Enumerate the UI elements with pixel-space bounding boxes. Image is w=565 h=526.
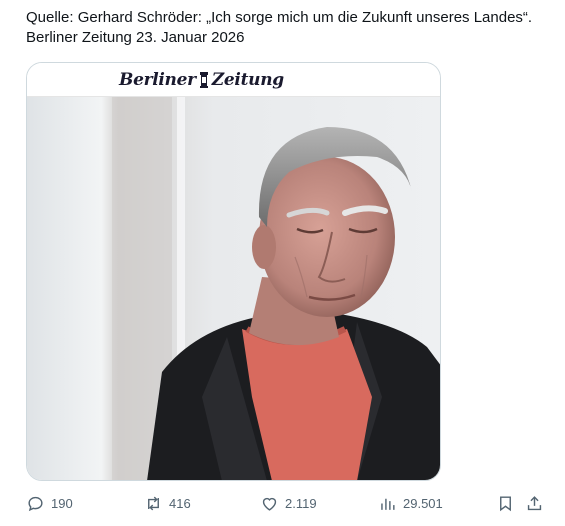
views-count: 29.501 — [403, 496, 443, 511]
media-card[interactable]: Berliner Zeitung — [26, 62, 441, 481]
like-button[interactable]: 2.119 — [260, 494, 317, 513]
repost-icon — [148, 496, 159, 511]
post-text: Quelle: Gerhard Schröder: „Ich sorge mic… — [26, 8, 556, 48]
post: Quelle: Gerhard Schröder: „Ich sorge mic… — [0, 0, 565, 526]
share-icon — [527, 496, 542, 511]
repost-count: 416 — [169, 496, 191, 511]
masthead-word-right: Zeitung — [211, 69, 284, 90]
bookmark-icon — [500, 496, 511, 512]
reply-icon — [28, 496, 43, 512]
like-count: 2.119 — [285, 496, 317, 511]
like-icon — [262, 497, 277, 511]
reply-button[interactable]: 190 — [26, 494, 73, 513]
share-button[interactable] — [525, 494, 544, 518]
newspaper-masthead: Berliner Zeitung — [27, 63, 440, 97]
post-text-line-1: Quelle: Gerhard Schröder: „Ich sorge mic… — [26, 9, 533, 26]
bookmark-button[interactable] — [496, 494, 515, 518]
reply-count: 190 — [51, 496, 73, 511]
masthead-word-left: Berliner — [119, 69, 196, 90]
bear-crest-icon — [199, 71, 208, 88]
portrait-image — [27, 97, 440, 480]
portrait-photo — [27, 97, 440, 480]
repost-button[interactable]: 416 — [144, 494, 191, 513]
newspaper-logo: Berliner Zeitung — [119, 70, 284, 90]
post-action-bar: 190 416 2.119 29.501 — [0, 490, 565, 518]
post-text-line-2: Berliner Zeitung 23. Januar 2026 — [26, 29, 245, 46]
views-button[interactable]: 29.501 — [378, 494, 443, 513]
views-icon — [381, 498, 395, 510]
